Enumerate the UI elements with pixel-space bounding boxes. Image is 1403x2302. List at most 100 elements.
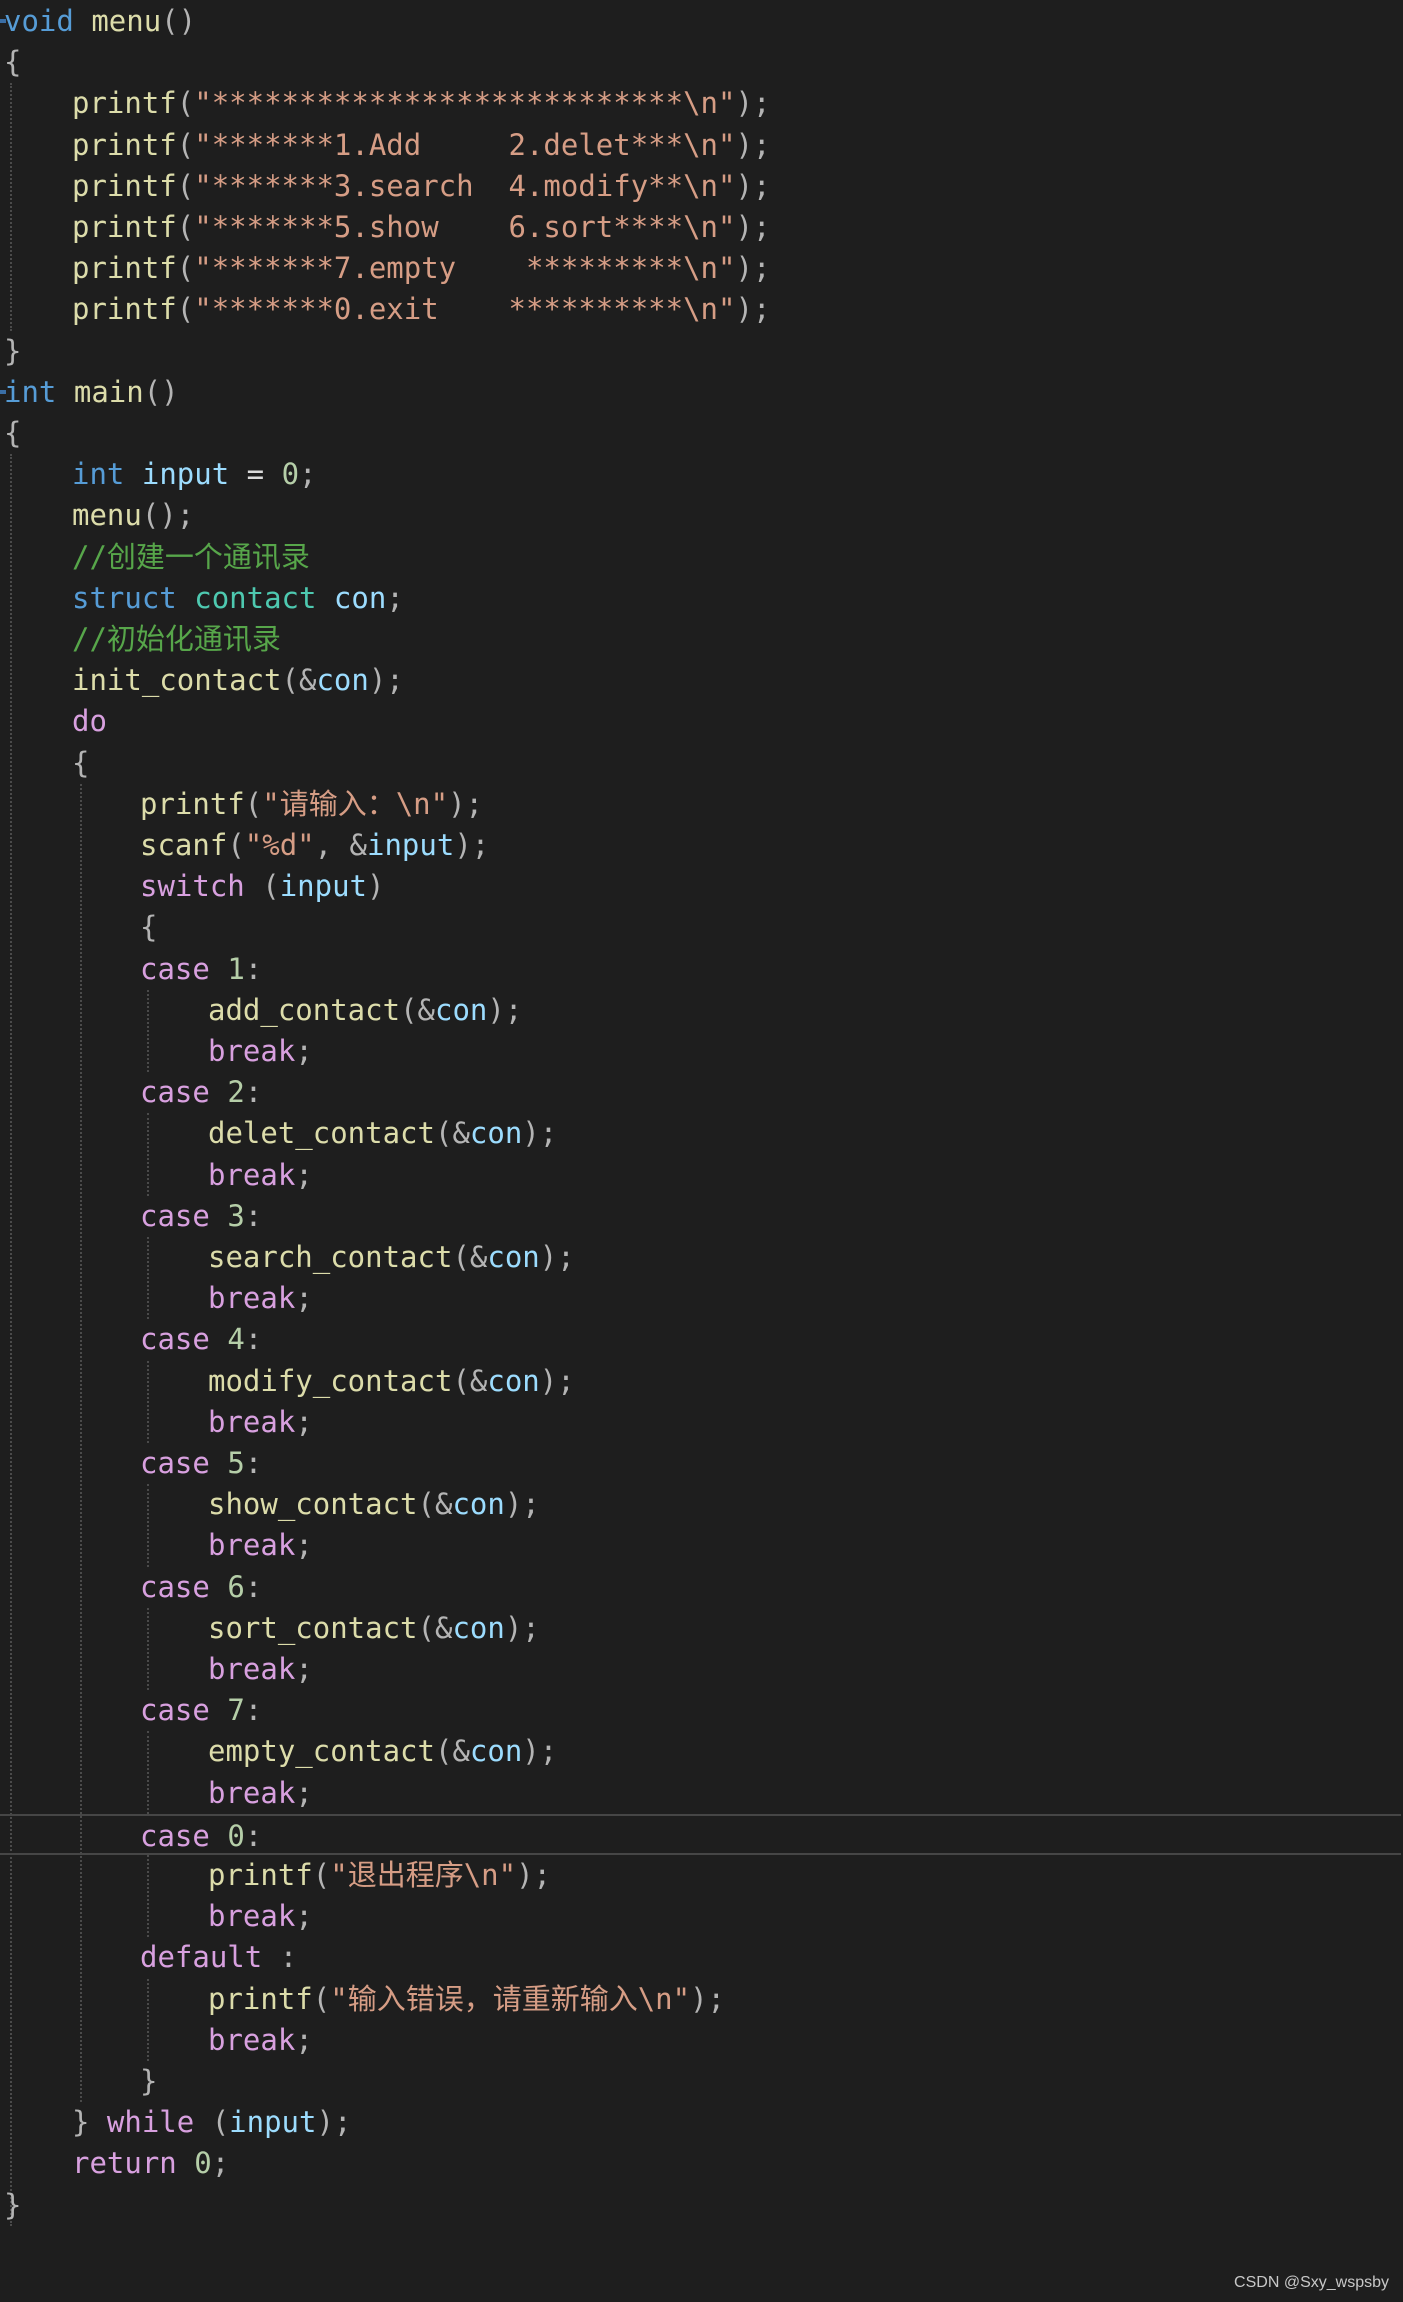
code-line[interactable]: printf("*******0.exit **********\n"); xyxy=(72,289,770,330)
code-line[interactable]: } xyxy=(4,2185,21,2226)
code-token-ctrl: case xyxy=(140,1198,210,1233)
code-line[interactable]: case 4: xyxy=(140,1319,262,1360)
code-line[interactable]: { xyxy=(4,42,21,83)
code-token-num: 3 xyxy=(227,1198,245,1233)
code-token-str: "退出程序\n" xyxy=(330,1858,517,1892)
code-line[interactable]: case 2: xyxy=(140,1072,262,1113)
code-line[interactable]: { xyxy=(4,413,21,454)
code-token-ctrl: return xyxy=(72,2146,177,2181)
code-line[interactable]: case 5: xyxy=(140,1443,262,1484)
code-token-punc: ; xyxy=(295,1281,313,1316)
code-line[interactable]: add_contact(&con); xyxy=(208,990,522,1031)
code-token-kw: int xyxy=(72,457,125,492)
code-line[interactable]: modify_contact(&con); xyxy=(208,1361,575,1402)
code-line[interactable]: case 6: xyxy=(140,1567,262,1608)
code-line[interactable]: break; xyxy=(208,1155,313,1196)
code-line[interactable]: printf("退出程序\n"); xyxy=(208,1855,551,1896)
code-line[interactable]: break; xyxy=(208,1773,313,1814)
code-token-ctrl: break xyxy=(208,1157,296,1192)
code-line[interactable]: show_contact(&con); xyxy=(208,1484,540,1525)
code-line[interactable]: //创建一个通讯录 xyxy=(72,537,310,578)
code-line[interactable]: empty_contact(&con); xyxy=(208,1731,557,1772)
code-token-punc: : xyxy=(244,1322,263,1357)
indent-guide-case-5 xyxy=(147,1607,149,1691)
code-line[interactable]: case 7: xyxy=(140,1690,262,1731)
code-token-punc: ( xyxy=(262,869,280,904)
code-token-ctrl: case xyxy=(140,1569,210,1604)
code-token-punc: : xyxy=(244,1569,263,1604)
code-token-punc: (& xyxy=(417,1610,453,1645)
code-line[interactable]: break; xyxy=(208,1278,313,1319)
code-token-fn: printf xyxy=(72,210,177,244)
code-line-current[interactable]: case 0: xyxy=(0,1813,1401,1855)
code-token-punc: ); xyxy=(516,1858,551,1892)
code-token-punc: (& xyxy=(434,1734,470,1769)
code-token-var: con xyxy=(452,1487,505,1522)
code-line[interactable]: printf("请输入：\n"); xyxy=(140,784,483,825)
code-token-punc: { xyxy=(140,910,158,945)
code-line[interactable]: case 1: xyxy=(140,949,262,990)
code-line[interactable]: //初始化通讯录 xyxy=(72,619,281,660)
code-line[interactable]: switch (input) xyxy=(140,866,384,907)
code-line[interactable]: break; xyxy=(208,1031,313,1072)
code-token-punc: ); xyxy=(522,1734,558,1769)
code-token-punc: { xyxy=(4,45,22,80)
code-token-punc: (& xyxy=(452,1363,488,1398)
code-line[interactable]: { xyxy=(140,907,157,948)
code-line[interactable]: } while (input); xyxy=(72,2102,351,2143)
code-token-punc: ); xyxy=(735,210,771,244)
code-token-punc: ; xyxy=(295,1652,313,1686)
code-line[interactable]: break; xyxy=(208,1896,313,1937)
code-line[interactable]: sort_contact(&con); xyxy=(208,1608,540,1649)
code-token-fn: printf xyxy=(72,127,177,162)
code-line[interactable]: case 3: xyxy=(140,1196,262,1237)
code-line[interactable]: { xyxy=(72,743,89,784)
code-token-ctrl: break xyxy=(208,1281,296,1316)
code-line[interactable]: break; xyxy=(208,2020,313,2061)
code-token-punc: (& xyxy=(417,1487,453,1522)
code-token-ctrl: default xyxy=(140,1940,263,1975)
code-line[interactable]: } xyxy=(4,331,21,372)
code-line[interactable]: void menu() xyxy=(4,1,196,42)
code-line[interactable]: break; xyxy=(208,1402,313,1443)
code-line[interactable]: search_contact(&con); xyxy=(208,1237,575,1278)
code-line[interactable]: struct contact con; xyxy=(72,578,404,619)
code-line[interactable]: menu(); xyxy=(72,495,194,536)
code-token-punc: : xyxy=(244,1075,263,1110)
code-editor[interactable]: void menu(){printf("********************… xyxy=(0,0,1403,2302)
code-token-punc: : xyxy=(244,1198,263,1233)
code-line[interactable]: printf("*******3.search 4.modify**\n"); xyxy=(72,166,770,207)
code-line[interactable]: return 0; xyxy=(72,2143,229,2184)
code-line[interactable]: printf("*******1.Add 2.delet***\n"); xyxy=(72,125,770,166)
code-line[interactable]: break; xyxy=(208,1525,313,1566)
code-line[interactable]: init_contact(&con); xyxy=(72,660,404,701)
code-token-num: 0 xyxy=(194,2146,212,2181)
code-line[interactable]: default : xyxy=(140,1937,297,1978)
code-token-var: con xyxy=(487,1363,540,1398)
code-line[interactable]: printf("***************************\n"); xyxy=(72,83,770,124)
code-line[interactable]: break; xyxy=(208,1649,313,1690)
code-token-plain: = xyxy=(229,457,282,492)
code-token-punc: } xyxy=(4,333,22,368)
code-line[interactable]: int input = 0; xyxy=(72,454,317,495)
code-token-punc: ( xyxy=(312,1858,331,1892)
code-line[interactable]: do xyxy=(72,701,107,742)
code-token-num: 5 xyxy=(227,1446,245,1480)
code-line[interactable]: scanf("%d", &input); xyxy=(140,825,489,866)
code-line[interactable]: int main() xyxy=(4,372,179,413)
code-line[interactable]: delet_contact(&con); xyxy=(208,1113,557,1154)
code-line[interactable]: printf("输入错误，请重新输入\n"); xyxy=(208,1979,725,2020)
code-line[interactable]: printf("*******7.empty *********\n"); xyxy=(72,248,770,289)
code-token-fn: show_contact xyxy=(208,1487,418,1522)
code-token-punc: { xyxy=(72,745,90,780)
indent-guide-case-2 xyxy=(147,1237,149,1320)
indent-guide-case-4 xyxy=(147,1484,149,1567)
code-line[interactable]: } xyxy=(140,2061,157,2102)
code-line[interactable]: printf("*******5.show 6.sort****\n"); xyxy=(72,207,770,248)
